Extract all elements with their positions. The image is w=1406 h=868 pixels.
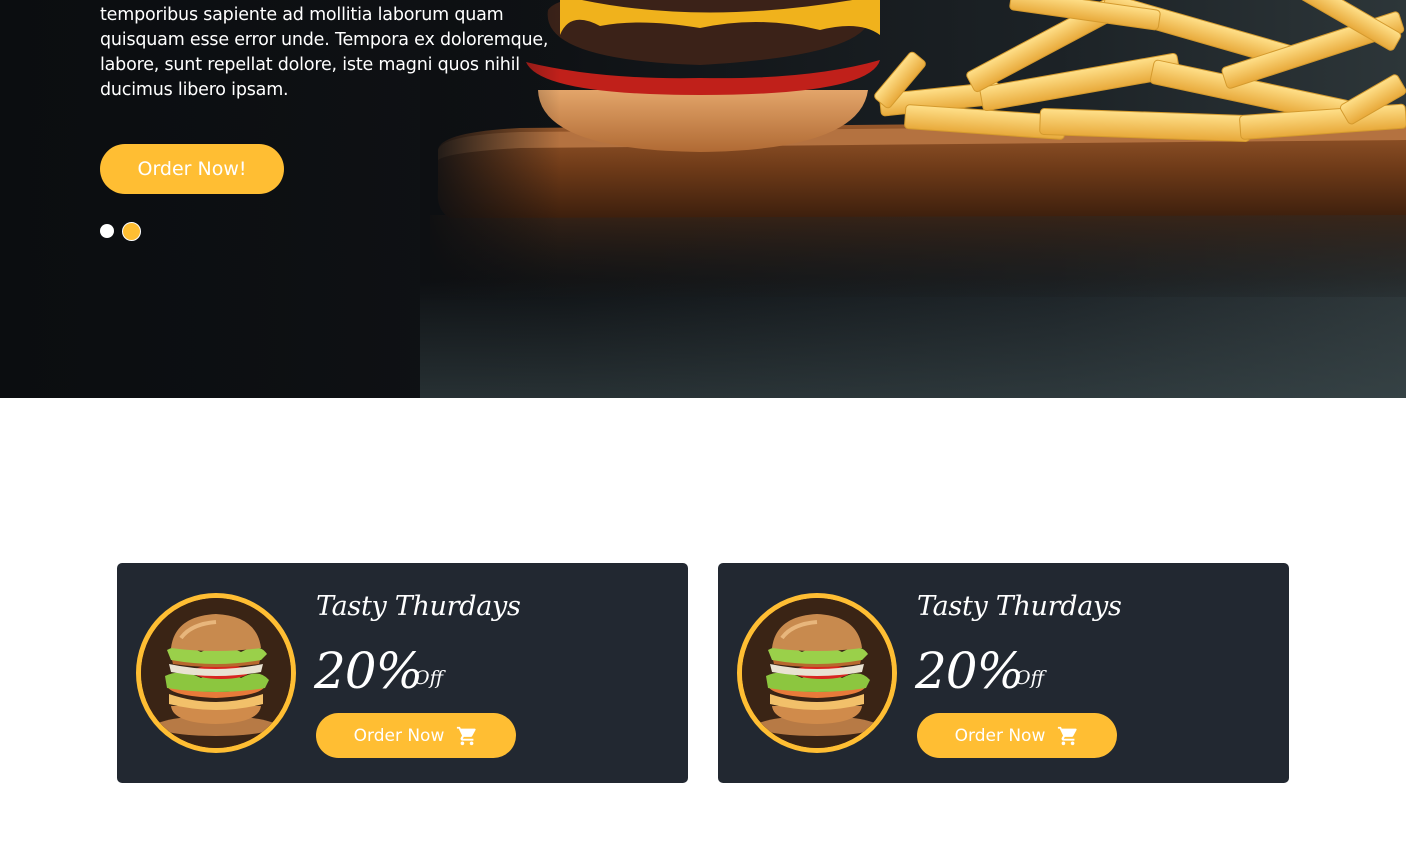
slider-dot-2[interactable]: [122, 222, 141, 241]
offer-off-label: Off: [1015, 667, 1045, 689]
burger-image: [136, 593, 296, 753]
offer-percent: 20%: [915, 642, 1024, 700]
burger-image: [737, 593, 897, 753]
cart-icon: [457, 726, 477, 745]
hero-description: Doloremque, itaque aperiam facilis rerum…: [100, 5, 549, 100]
hero-section: Doloremque, itaque aperiam facilis rerum…: [0, 0, 1406, 398]
offer-card: Tasty Thurdays 20% Off Order Now: [718, 563, 1289, 783]
offer-order-now-label: Order Now: [954, 725, 1046, 746]
hero-order-now-button[interactable]: Order Now!: [100, 144, 284, 194]
cart-icon: [1058, 726, 1078, 745]
offer-title: Tasty Thurdays: [316, 591, 521, 622]
offer-order-now-label: Order Now: [353, 725, 445, 746]
offer-off-label: Off: [414, 667, 444, 689]
offer-card: Tasty Thurdays 20% Off Order Now: [117, 563, 688, 783]
offer-title: Tasty Thurdays: [917, 591, 1122, 622]
slider-indicators: [100, 222, 141, 241]
slider-dot-1[interactable]: [100, 224, 114, 238]
offer-order-now-button[interactable]: Order Now: [917, 713, 1117, 758]
offer-order-now-button[interactable]: Order Now: [316, 713, 516, 758]
offer-percent: 20%: [314, 642, 423, 700]
